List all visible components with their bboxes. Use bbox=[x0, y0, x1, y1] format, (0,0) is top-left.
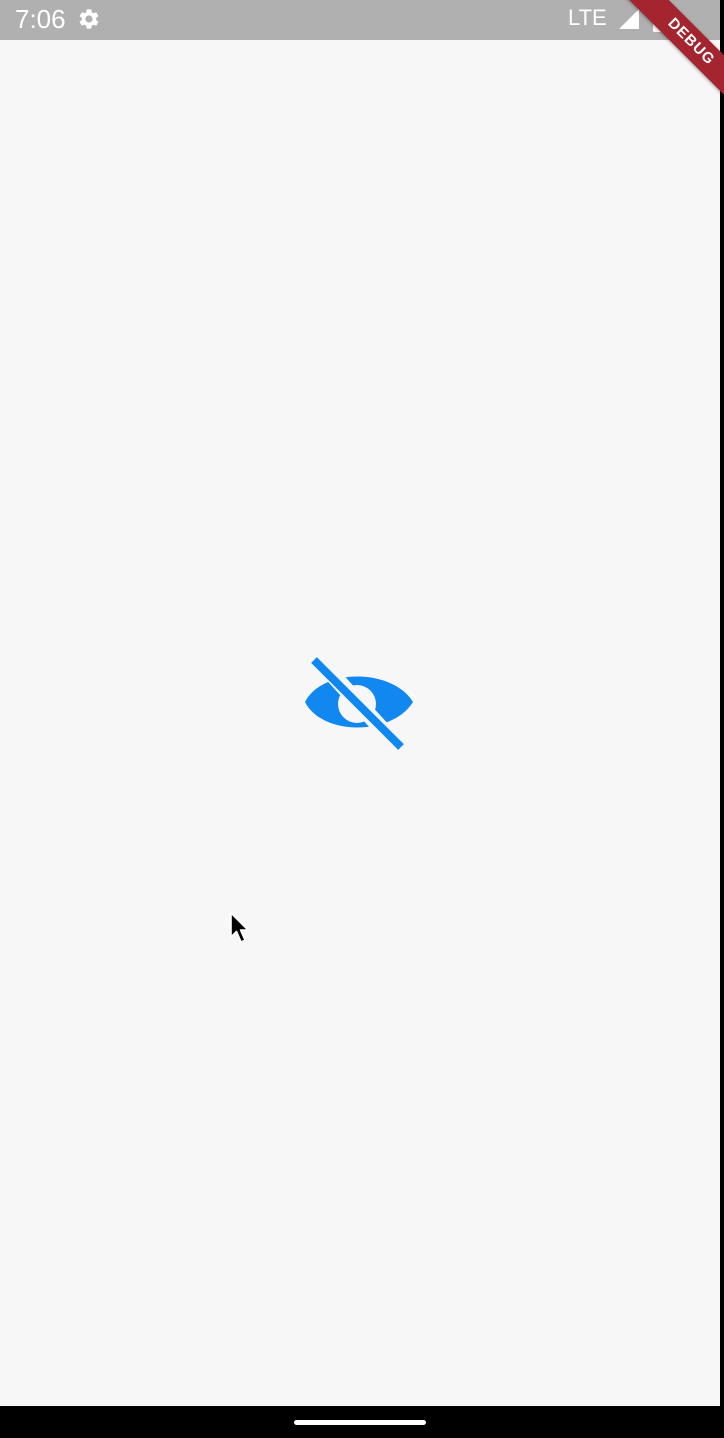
status-time: 7:06 bbox=[15, 4, 66, 34]
signal-icon bbox=[617, 7, 641, 31]
status-bar: 7:06 LTE bbox=[0, 0, 720, 40]
navigation-bar bbox=[0, 1406, 724, 1438]
home-indicator[interactable] bbox=[294, 1420, 426, 1425]
mouse-pointer-icon bbox=[229, 911, 251, 945]
gear-icon bbox=[77, 7, 101, 31]
device-frame: 7:06 LTE DEBUG bbox=[0, 0, 724, 1438]
visibility-toggle-button[interactable] bbox=[300, 650, 420, 758]
battery-icon bbox=[652, 5, 668, 33]
network-type: LTE bbox=[568, 5, 607, 30]
visibility-off-icon bbox=[305, 657, 413, 750]
app-screen: 7:06 LTE bbox=[0, 0, 720, 1406]
